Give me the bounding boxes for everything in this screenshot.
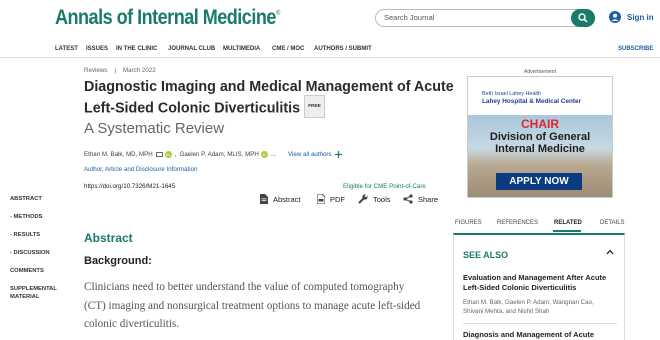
author-2[interactable]: Gaelen P. Adam, MLIS, MPH bbox=[180, 151, 259, 158]
divider bbox=[463, 323, 617, 324]
ad-division: Division of General Internal Medicine bbox=[468, 131, 612, 155]
main-nav: LATEST ISSUES IN THE CLINIC JOURNAL CLUB… bbox=[0, 40, 660, 58]
nav-issues[interactable]: ISSUES bbox=[86, 46, 108, 52]
ad-chair: CHAIR bbox=[521, 117, 559, 131]
article-title-text: Diagnostic Imaging and Medical Managemen… bbox=[84, 79, 454, 117]
wrench-icon bbox=[358, 194, 368, 204]
orcid-icon[interactable]: iD bbox=[260, 151, 268, 159]
abstract-heading: Abstract bbox=[84, 231, 133, 245]
abstract-line: Clinicians need to better understand the… bbox=[84, 281, 405, 293]
abstract-line: (CT) imaging and nonsurgical treatment o… bbox=[84, 299, 421, 312]
apply-now-button[interactable]: APPLY NOW bbox=[496, 173, 582, 190]
journal-logo[interactable]: Annals of Internal Medicine® bbox=[55, 6, 280, 30]
abstract-button[interactable]: Abstract bbox=[260, 194, 301, 204]
toc-material[interactable]: MATERIAL bbox=[10, 294, 40, 300]
nav-cme-moc[interactable]: CME / MOC bbox=[272, 46, 304, 52]
affiliation-link[interactable]: Author, Article and Disclosure Informati… bbox=[84, 166, 198, 173]
abstract-text: Clinicians need to better understand the… bbox=[84, 278, 440, 334]
tools-button[interactable]: Tools bbox=[358, 194, 391, 204]
pdf-button[interactable]: PDF bbox=[317, 194, 345, 204]
toc-comments[interactable]: COMMENTS bbox=[10, 268, 44, 274]
toc-supplemental[interactable]: SUPPLEMENTAL bbox=[10, 286, 57, 292]
nav-subscribe[interactable]: SUBSCRIBE bbox=[618, 46, 653, 52]
advertisement[interactable]: Beth Israel Lahey Health Lahey Hospital … bbox=[467, 76, 613, 198]
share-button[interactable]: Share bbox=[403, 194, 438, 204]
related-article-title[interactable]: Evaluation and Management After Acute Le… bbox=[463, 273, 623, 293]
related-article-authors: Ethan M. Balk, Gaelen P. Adam, Wangnan C… bbox=[463, 299, 594, 315]
abstract-label: Abstract bbox=[273, 194, 301, 204]
ad-header: Beth Israel Lahey Health Lahey Hospital … bbox=[468, 77, 612, 113]
toc-results[interactable]: - RESULTS bbox=[10, 232, 40, 238]
article-date: March 2022 bbox=[123, 67, 156, 74]
doi-link[interactable]: https://doi.org/10.7326/M21-1645 bbox=[84, 183, 175, 190]
author-separator: , bbox=[174, 151, 177, 159]
nav-in-the-clinic[interactable]: IN THE CLINIC bbox=[116, 46, 157, 52]
search-button[interactable] bbox=[571, 9, 595, 27]
background-heading: Background: bbox=[84, 255, 152, 267]
toc-discussion[interactable]: - DISCUSSION bbox=[10, 250, 50, 256]
related-article-title[interactable]: Diagnosis and Management of Acute bbox=[463, 330, 623, 340]
ad-org-line2: Lahey Hospital & Medical Center bbox=[482, 98, 582, 105]
email-icon[interactable] bbox=[155, 152, 163, 158]
author-1[interactable]: Ethan M. Balk, MD, MPH bbox=[84, 151, 153, 158]
article-subtitle: A Systematic Review bbox=[84, 120, 225, 137]
cme-link[interactable]: Eligible for CME Point-of-Care bbox=[343, 183, 426, 190]
sign-in-link[interactable]: Sign in bbox=[609, 11, 654, 23]
chevron-up-icon[interactable] bbox=[606, 249, 614, 255]
search-icon bbox=[578, 13, 588, 23]
nav-multimedia[interactable]: MULTIMEDIA bbox=[223, 46, 260, 52]
sign-in-label: Sign in bbox=[627, 12, 654, 22]
nav-authors-submit[interactable]: AUTHORS / SUBMIT bbox=[314, 46, 372, 52]
logo-text: Annals of Internal Medicine bbox=[55, 6, 276, 29]
tab-related[interactable]: RELATED bbox=[554, 220, 582, 226]
see-also-heading: SEE ALSO bbox=[463, 250, 509, 260]
toc-abstract[interactable]: ABSTRACT bbox=[10, 196, 42, 202]
nav-latest[interactable]: LATEST bbox=[55, 46, 78, 52]
share-label: Share bbox=[418, 194, 439, 204]
author-more: ... bbox=[270, 151, 277, 159]
meta-separator: | bbox=[114, 67, 116, 74]
ad-division-line1: Division of General bbox=[489, 131, 591, 143]
plus-icon bbox=[335, 151, 343, 158]
search-box bbox=[375, 9, 595, 27]
author-list: Ethan M. Balk, MD, MPH iD , Gaelen P. Ad… bbox=[84, 151, 343, 159]
article-title: Diagnostic Imaging and Medical Managemen… bbox=[84, 78, 454, 120]
document-icon bbox=[260, 194, 268, 204]
registered-mark: ® bbox=[275, 10, 280, 17]
toc-methods[interactable]: - METHODS bbox=[10, 214, 43, 220]
article-meta: Reviews | March 2022 bbox=[84, 67, 156, 74]
search-input[interactable] bbox=[384, 13, 564, 22]
free-badge: FREE bbox=[304, 95, 325, 118]
article-type[interactable]: Reviews bbox=[84, 67, 107, 74]
tab-references[interactable]: REFERENCES bbox=[497, 220, 538, 226]
pdf-icon bbox=[317, 194, 325, 204]
ad-label: Advertisement bbox=[524, 69, 556, 75]
pdf-label: PDF bbox=[330, 194, 345, 204]
view-all-authors-link[interactable]: View all authors bbox=[288, 151, 343, 159]
tools-label: Tools bbox=[373, 194, 391, 204]
view-all-label: View all authors bbox=[288, 151, 332, 159]
nav-journal-club[interactable]: JOURNAL CLUB bbox=[168, 46, 215, 52]
ad-division-line2: Internal Medicine bbox=[495, 143, 585, 155]
share-icon bbox=[403, 194, 413, 204]
article-actions: Abstract PDF Tools Share bbox=[258, 194, 443, 206]
tab-figures[interactable]: FIGURES bbox=[455, 220, 482, 226]
tab-details[interactable]: DETAILS bbox=[600, 220, 625, 226]
sidebar-tabs: FIGURES REFERENCES RELATED DETAILS bbox=[453, 218, 629, 232]
ad-org-line1: Beth Israel Lahey Health bbox=[482, 91, 542, 97]
active-tab-indicator bbox=[553, 230, 581, 232]
abstract-line: colonic diverticulitis. bbox=[84, 318, 180, 330]
user-icon bbox=[609, 11, 621, 23]
orcid-icon[interactable]: iD bbox=[164, 151, 172, 159]
related-panel: SEE ALSO Evaluation and Management After… bbox=[453, 233, 625, 340]
